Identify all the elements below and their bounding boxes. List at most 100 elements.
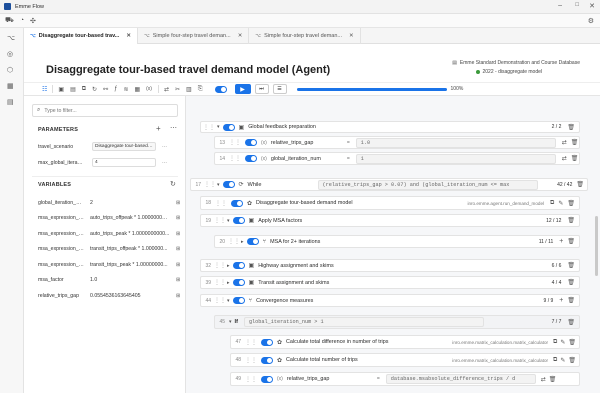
group-transit[interactable]: 39 ⋮⋮ ▸ ▣ Transit assignment and skims 4… (200, 276, 580, 289)
chevron-right-icon[interactable]: ▸ (227, 280, 230, 286)
drag-handle-icon[interactable]: ⋮⋮ (229, 139, 241, 146)
tool-step-row[interactable]: 48 ⋮⋮ ✿ Calculate total number of trips … (230, 353, 580, 367)
delete-icon[interactable]: 🗑 (567, 124, 575, 131)
network-icon[interactable]: ✣ (30, 17, 36, 25)
add-parameter-icon[interactable]: + (156, 124, 161, 133)
add-icon[interactable]: + (559, 297, 563, 304)
chevron-down-icon[interactable]: ▾ (227, 218, 230, 224)
enable-toggle[interactable] (222, 181, 235, 188)
history-icon[interactable]: ◔ (20, 17, 24, 24)
group-apply-msa[interactable]: 19 ⋮⋮ ▾ ▣ Apply MSA factors 12 / 12 🗑 (200, 214, 580, 227)
save-icon[interactable]: ▣ (58, 86, 64, 93)
wave-icon[interactable]: ≋ (123, 86, 128, 93)
function-icon[interactable]: ƒ (114, 86, 117, 92)
if-condition[interactable]: global_iteration_num > 1 (243, 317, 484, 327)
chevron-down-icon[interactable]: ▾ (217, 124, 220, 130)
target-icon[interactable]: ◎ (7, 50, 13, 58)
open-external-icon[interactable]: ⧉ (553, 339, 557, 346)
edit-icon[interactable]: ✎ (558, 200, 563, 207)
group-global-feedback[interactable]: ⋮⋮ ▾ ▣ Global feedback preparation 2 / 2… (200, 121, 580, 133)
while-loop-row[interactable]: 17 ⋮⋮ ▾ ⟳ While (relative_trips_gap > 0.… (190, 178, 588, 191)
variable-step-row[interactable]: 14 ⋮⋮ (x) global_iteration_num = 1 ⇄ 🗑 (214, 152, 580, 165)
parameter-value[interactable]: 4 (92, 158, 156, 167)
chevron-down-icon[interactable]: ▾ (217, 182, 220, 188)
variable-type-icon[interactable]: ⊞ (176, 293, 180, 299)
variable-type-icon[interactable]: ⊞ (176, 262, 180, 268)
tab-simple-four-step-1[interactable]: ⌥ Simple four-step travel deman... ✕ (138, 27, 250, 44)
tool-step-row[interactable]: 18 ⋮⋮ ✿ Disaggregate tour-based demand m… (200, 196, 580, 210)
paste-icon[interactable]: ⎘ (198, 86, 203, 93)
swap-icon[interactable]: ⇄ (562, 139, 567, 146)
enable-toggle[interactable] (232, 297, 245, 304)
variable-row[interactable]: msa_expression_au... auto_trips_peak * 1.… (38, 227, 184, 240)
variable-row[interactable]: msa_expression_au... auto_trips_offpeak *… (38, 212, 184, 225)
enable-toggle[interactable] (232, 262, 245, 269)
variable-row[interactable]: msa_expression_tr... transit_trips_peak *… (38, 258, 184, 271)
variable-step-row[interactable]: 13 ⋮⋮ (x) relative_trips_gap = 1.0 ⇄ 🗑 (214, 136, 580, 149)
group-convergence[interactable]: 44 ⋮⋮ ▾ ⑂ Convergence measures 9 / 9 + 🗑 (200, 294, 580, 307)
copy-icon[interactable]: ⧉ (82, 86, 86, 93)
open-external-icon[interactable]: ⧉ (550, 200, 554, 207)
enable-toggle[interactable] (232, 217, 245, 224)
drag-handle-icon[interactable]: ⋮⋮ (214, 279, 226, 286)
drag-handle-icon[interactable]: ⋮⋮ (203, 124, 215, 131)
edit-icon[interactable]: ✎ (560, 339, 565, 346)
variable-row[interactable]: msa_factor 1.0 ⊞ (38, 274, 184, 287)
scissors-icon[interactable]: ✂ (175, 86, 180, 93)
drag-handle-icon[interactable]: ⋮⋮ (214, 217, 226, 224)
group-msa-iterations[interactable]: 20 ⋮⋮ ▸ ⑂ MSA for 2+ iterations 11 / 11 … (214, 235, 580, 248)
layers-icon[interactable]: ▤ (7, 98, 14, 106)
chevron-down-icon[interactable]: ▾ (229, 319, 232, 325)
variable-value[interactable]: database.msabsolute_difference_trips / d (385, 374, 536, 384)
refresh-icon[interactable]: ↻ (92, 86, 97, 93)
tab-close-icon[interactable]: ✕ (238, 33, 243, 39)
drag-handle-icon[interactable]: ⋮⋮ (245, 357, 257, 364)
shuffle-icon[interactable]: ⇄ (164, 86, 169, 93)
list-button[interactable]: ☰ (272, 84, 287, 94)
drag-handle-icon[interactable]: ⋮⋮ (214, 262, 226, 269)
drag-handle-icon[interactable]: ⋮⋮ (245, 339, 257, 346)
enable-toggle[interactable] (232, 279, 245, 286)
parameter-value[interactable]: Disaggregate tour-based sce (92, 142, 156, 151)
add-icon[interactable]: + (559, 238, 563, 245)
run-button[interactable]: ▶ (234, 84, 251, 94)
sliders-icon[interactable]: ☷ (42, 86, 47, 93)
drag-handle-icon[interactable]: ⋮⋮ (214, 297, 226, 304)
flow-icon[interactable]: ⌥ (7, 34, 15, 42)
minimize-icon[interactable]: – (558, 2, 562, 9)
edit-icon[interactable]: ✎ (560, 357, 565, 364)
drag-handle-icon[interactable]: ⋮⋮ (229, 155, 241, 162)
variable-step-row[interactable]: 49 ⋮⋮ (x) relative_trips_gap = database.… (230, 372, 580, 386)
chevron-right-icon[interactable]: ▸ (227, 263, 230, 269)
variable-type-icon[interactable]: ⊞ (176, 231, 180, 237)
variable-row[interactable]: msa_expression_tr... transit_trips_offpea… (38, 243, 184, 256)
enable-toggle[interactable] (261, 356, 273, 364)
tab-disaggregate[interactable]: ⌥ Disaggregate tour-based trav... ✕ (24, 27, 138, 44)
variable-type-icon[interactable]: ⊞ (176, 200, 180, 206)
link-icon[interactable]: ⚯ (103, 86, 108, 93)
delete-icon[interactable]: 🗑 (576, 181, 584, 188)
table-icon[interactable]: ▦ (134, 86, 140, 93)
delete-icon[interactable]: 🗑 (568, 339, 576, 346)
group-highway[interactable]: 32 ⋮⋮ ▸ ▣ Highway assignment and skims 6… (200, 259, 580, 272)
enable-toggle[interactable] (231, 199, 243, 207)
if-condition-row[interactable]: 45 ▾ If global_iteration_num > 1 7 / 7 🗑 (214, 315, 580, 329)
filter-box[interactable]: ⌕ (32, 104, 178, 117)
while-condition[interactable]: (relative_trips_gap > 0.07) and (global_… (317, 179, 538, 190)
delete-icon[interactable]: 🗑 (567, 319, 575, 326)
delete-icon[interactable]: 🗑 (567, 200, 575, 207)
delete-icon[interactable]: 🗑 (567, 297, 575, 304)
delete-icon[interactable]: 🗑 (571, 155, 579, 162)
delete-icon[interactable]: 🗑 (567, 217, 575, 224)
variable-type-icon[interactable]: ⊞ (176, 215, 180, 221)
filter-input[interactable] (44, 107, 165, 114)
tool-step-row[interactable]: 47 ⋮⋮ ✿ Calculate total difference in nu… (230, 335, 580, 349)
package-icon[interactable]: ⬡ (7, 66, 13, 74)
delete-icon[interactable]: 🗑 (571, 139, 579, 146)
delete-icon[interactable]: 🗑 (568, 357, 576, 364)
variable-icon[interactable]: (x) (146, 86, 152, 92)
tab-close-icon[interactable]: ✕ (349, 33, 354, 39)
variable-type-icon[interactable]: ⊞ (176, 246, 180, 252)
enable-toggle[interactable] (245, 139, 257, 146)
save-as-icon[interactable]: ▤ (70, 86, 76, 93)
